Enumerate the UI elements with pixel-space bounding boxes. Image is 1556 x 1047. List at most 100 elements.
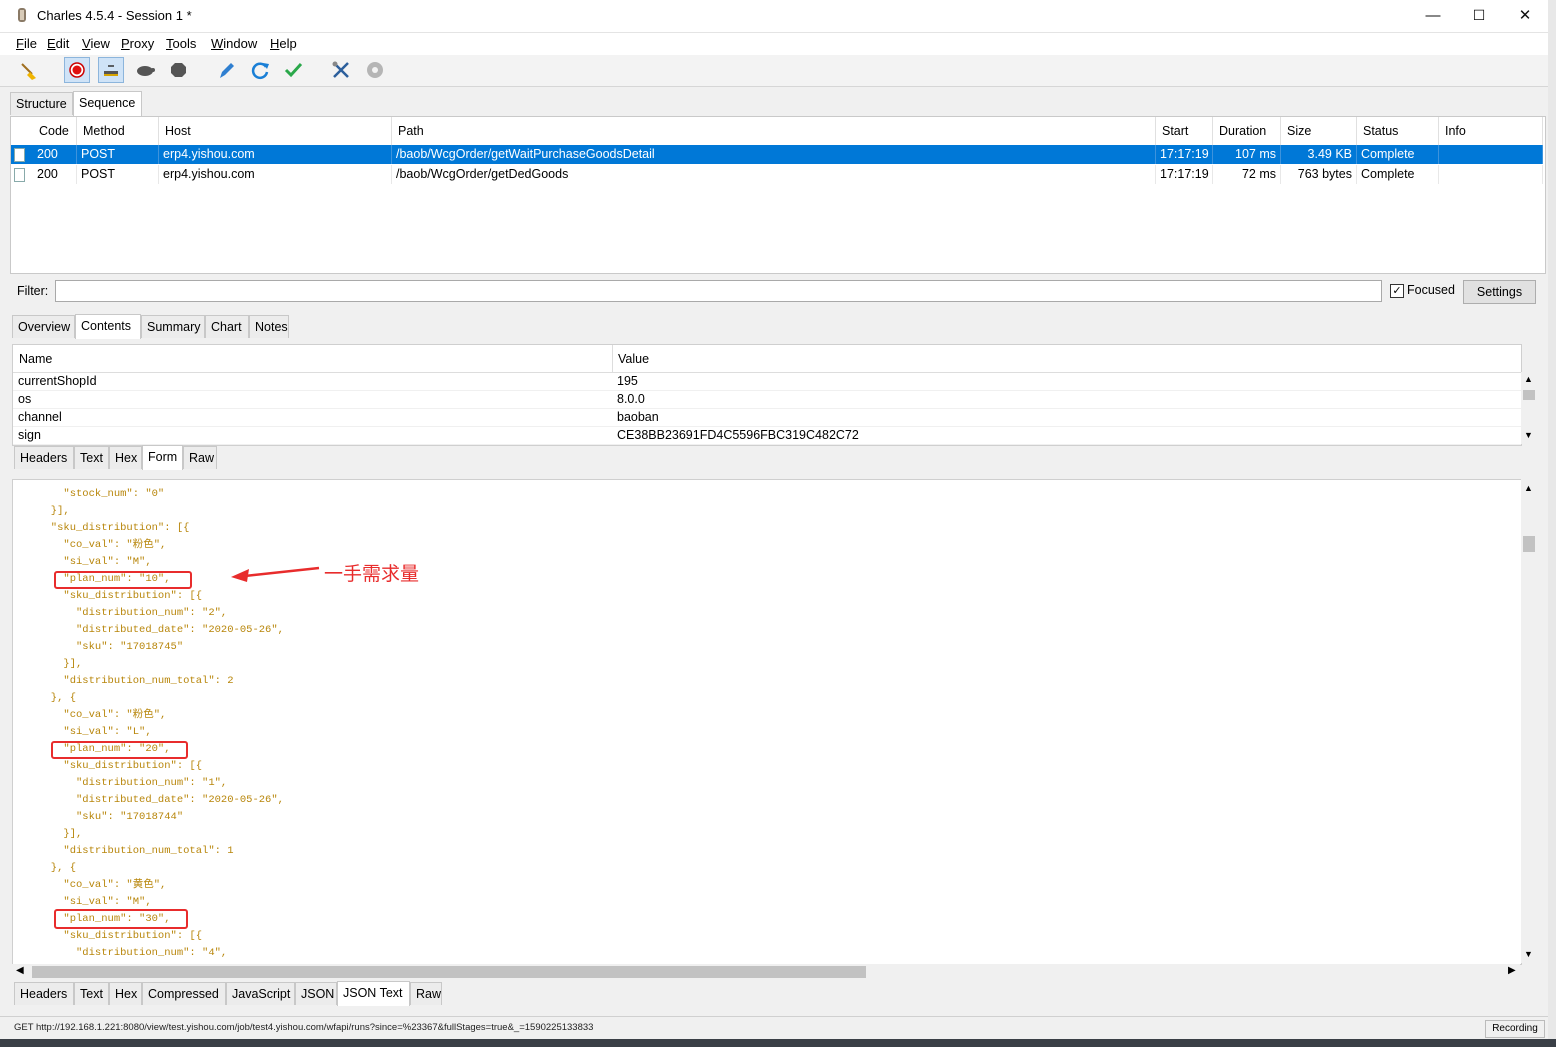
tab-javascript[interactable]: JavaScript (226, 982, 295, 1005)
tab-raw[interactable]: Raw (410, 982, 442, 1005)
tab-contents[interactable]: Contents (75, 314, 141, 339)
settings-button[interactable]: Settings (1463, 280, 1536, 304)
record-icon[interactable] (64, 57, 90, 83)
table-header: Code Method Host Path Start Duration Size Statu… (11, 117, 1543, 146)
json-line: "sku_distribution": [{ (13, 522, 190, 534)
cell-host: erp4.yishou.com (159, 145, 392, 164)
tab-json[interactable]: JSON (295, 982, 337, 1005)
cell-host: erp4.yishou.com (159, 165, 392, 184)
tab-text[interactable]: Text (74, 982, 109, 1005)
scroll-left-icon[interactable]: ◀ (16, 965, 24, 976)
refresh-icon[interactable] (247, 57, 273, 83)
table-row[interactable]: 200 POST erp4.yishou.com/baob/WcgOrder/get… (11, 165, 1543, 184)
json-line: }], (13, 505, 70, 517)
column-header-duration[interactable]: Duration (1213, 117, 1281, 145)
tab-overview[interactable]: Overview (12, 315, 75, 338)
annotation-label: 一手需求量 (324, 563, 420, 585)
form-scrollbar[interactable]: ▲ ▼ (1521, 372, 1537, 444)
json-line: }, { (13, 862, 77, 874)
json-line: }], (13, 828, 83, 840)
menu-label-rest: dit (55, 36, 70, 51)
tab-hex[interactable]: Hex (109, 982, 142, 1005)
scroll-thumb[interactable] (1523, 536, 1535, 552)
column-header-status[interactable]: Status (1357, 117, 1439, 145)
filter-label: Filter: (17, 284, 49, 298)
recording-indicator[interactable]: Recording (1485, 1020, 1545, 1038)
column-header-start[interactable]: Start (1156, 117, 1213, 145)
menu-label-rest: elp (279, 36, 297, 51)
menu-help[interactable]: Help (270, 36, 297, 51)
form-name: os (18, 392, 32, 406)
tab-notes[interactable]: Notes (249, 315, 289, 338)
close-button[interactable]: ✕ (1502, 0, 1548, 31)
menu-tools[interactable]: Tools (166, 36, 196, 51)
maximize-button[interactable]: ☐ (1456, 0, 1502, 31)
table-row[interactable]: 200 POST erp4.yishou.com/baob/WcgOrder/get… (11, 145, 1543, 164)
menu-proxy[interactable]: Proxy (121, 36, 154, 51)
pen-icon[interactable] (213, 57, 239, 83)
column-header-host[interactable]: Host (159, 117, 392, 145)
menu-window[interactable]: Window (211, 36, 257, 51)
taskbar-edge (0, 1039, 1556, 1047)
column-header-code[interactable]: Code (33, 117, 77, 145)
minimize-button[interactable]: — (1410, 0, 1456, 31)
json-line: "co_val": "粉色", (13, 709, 167, 721)
menu-file[interactable]: File (16, 36, 37, 51)
scroll-up-icon[interactable]: ▲ (1524, 374, 1533, 384)
scroll-right-icon[interactable]: ▶ (1508, 965, 1516, 976)
form-row[interactable]: channel baoban (13, 408, 1521, 427)
tab-sequence[interactable]: Sequence (73, 91, 142, 116)
column-header-info[interactable]: Info (1439, 117, 1543, 145)
form-row[interactable]: currentShopId 195 (13, 372, 1521, 391)
tab-chart[interactable]: Chart (205, 315, 249, 338)
cell-size: 763 bytes (1281, 165, 1357, 184)
tab-json-text[interactable]: JSON Text (337, 981, 410, 1006)
json-text-view[interactable]: "stock_num": "0" }], "sku_distribution":… (12, 479, 1522, 965)
tab-structure[interactable]: Structure (10, 92, 73, 115)
turtle-icon[interactable] (133, 57, 159, 83)
highlight-box (51, 741, 188, 759)
scroll-down-icon[interactable]: ▼ (1524, 430, 1533, 440)
json-line: "stock_num": "0" (13, 488, 165, 500)
scroll-up-icon[interactable]: ▲ (1524, 483, 1533, 493)
column-header-size[interactable]: Size (1281, 117, 1357, 145)
toolbar (0, 55, 1548, 87)
tools-icon[interactable] (328, 57, 354, 83)
window-edge (1548, 0, 1556, 1047)
tab-headers[interactable]: Headers (14, 982, 74, 1005)
tab-hex[interactable]: Hex (109, 446, 142, 469)
gear-icon[interactable] (362, 57, 388, 83)
column-header-path[interactable]: Path (392, 117, 1156, 145)
column-header-method[interactable]: Method (77, 117, 159, 145)
json-line: "si_val": "M", (13, 556, 152, 568)
form-value: 195 (617, 374, 638, 388)
focused-checkbox[interactable]: ✓ (1390, 284, 1404, 298)
menu-view[interactable]: View (82, 36, 110, 51)
json-line: "sku": "17018745" (13, 641, 184, 653)
tab-summary[interactable]: Summary (141, 315, 205, 338)
column-divider (612, 345, 613, 372)
form-row[interactable]: sign CE38BB23691FD4C5596FBC319C482C72 (13, 426, 1521, 445)
form-row[interactable]: os 8.0.0 (13, 390, 1521, 409)
tab-form[interactable]: Form (142, 445, 183, 470)
scroll-thumb[interactable] (1523, 390, 1535, 400)
json-vertical-scrollbar[interactable]: ▲ ▼ (1521, 479, 1537, 963)
filter-input[interactable] (55, 280, 1382, 302)
menu-edit[interactable]: Edit (47, 36, 69, 51)
json-line: "sku_distribution": [{ (13, 760, 203, 772)
tab-headers[interactable]: Headers (14, 446, 74, 469)
json-line: "co_val": "黄色", (13, 879, 167, 891)
tab-text[interactable]: Text (74, 446, 109, 469)
scroll-down-icon[interactable]: ▼ (1524, 949, 1533, 959)
scroll-thumb[interactable] (32, 966, 866, 978)
stop-icon[interactable] (166, 57, 192, 83)
cell-start: 17:17:19 (1156, 165, 1213, 184)
check-icon[interactable] (281, 57, 307, 83)
throttle-icon[interactable] (98, 57, 124, 83)
json-horizontal-scrollbar[interactable]: ◀ ▶ (12, 964, 1520, 980)
json-line: "distribution_num_total": 1 (13, 845, 234, 857)
tab-compressed[interactable]: Compressed (142, 982, 226, 1005)
broom-icon[interactable] (16, 57, 42, 83)
json-line: "sku_distribution": [{ (13, 590, 203, 602)
tab-raw[interactable]: Raw (183, 446, 217, 469)
